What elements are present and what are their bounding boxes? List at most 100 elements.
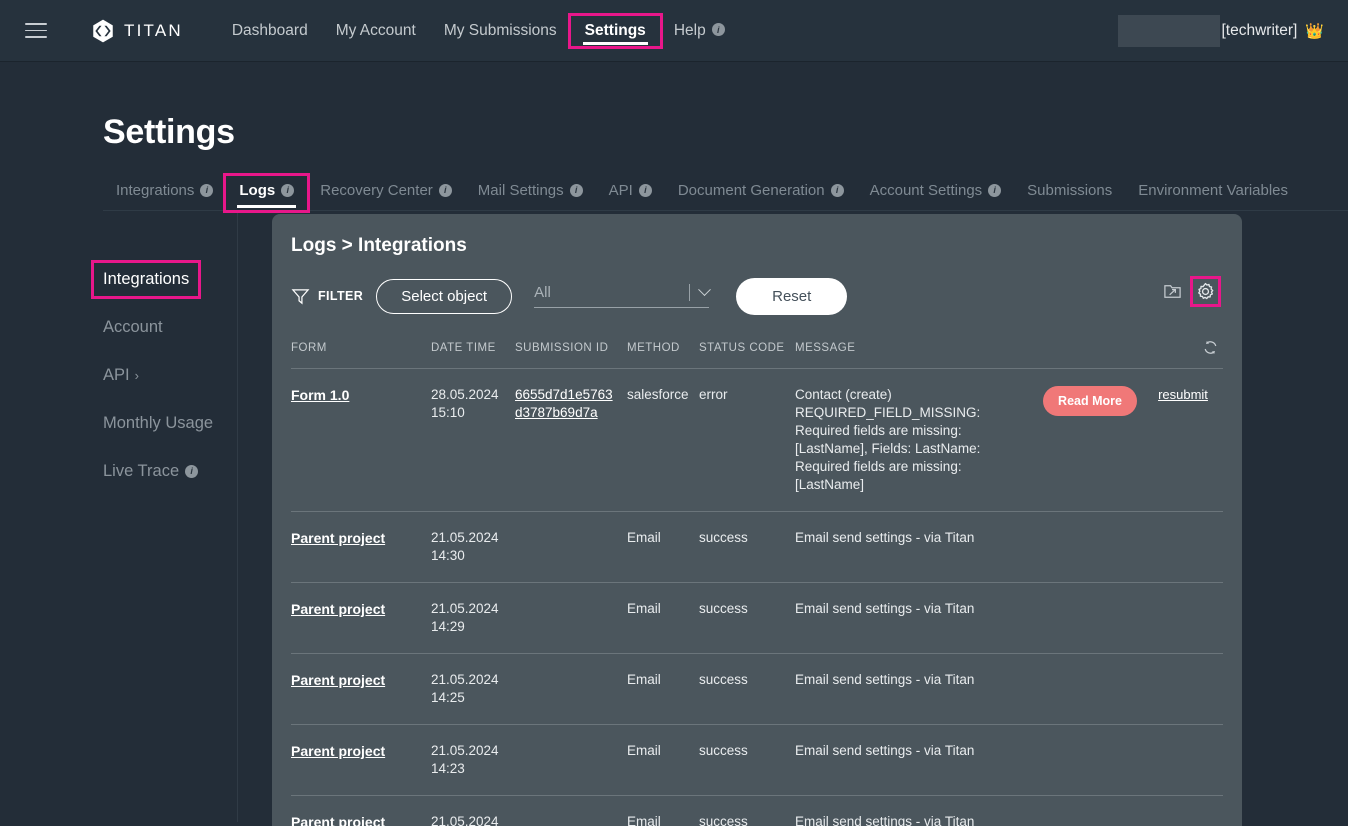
- cell-action-primary[interactable]: Read More: [1037, 369, 1149, 512]
- info-icon[interactable]: i: [185, 465, 198, 478]
- table-row: Parent project21.05.2024EmailsuccessEmai…: [291, 796, 1223, 826]
- cell-action-primary: [1037, 725, 1149, 796]
- logs-table: FORM DATE TIME SUBMISSION ID METHOD STAT…: [291, 319, 1223, 826]
- sidebar-item-monthly-usage[interactable]: Monthly Usage: [103, 407, 213, 440]
- main-nav-links: Dashboard My AccountMy SubmissionsSetting…: [218, 16, 739, 46]
- cell-submission-id[interactable]: 6655d7d1e5763d3787b69d7a: [515, 369, 627, 512]
- sidebar-item-account[interactable]: Account: [103, 311, 163, 344]
- nav-link-my-account[interactable]: My Account: [322, 16, 430, 46]
- cell-method: Email: [627, 654, 699, 725]
- cell-action-primary: [1037, 654, 1149, 725]
- cell-message: Email send settings - via Titan: [795, 654, 1037, 725]
- info-icon[interactable]: i: [712, 23, 725, 36]
- sidebar-item-label: API: [103, 366, 130, 384]
- tab-label: Environment Variables: [1138, 182, 1288, 199]
- tab-integrations[interactable]: Integrationsi: [103, 176, 226, 210]
- info-icon[interactable]: i: [570, 184, 583, 197]
- cell-form[interactable]: Parent project: [291, 654, 431, 725]
- form-link[interactable]: Parent project: [291, 672, 385, 688]
- column-header-message[interactable]: MESSAGE: [795, 319, 1037, 369]
- cell-date-time: 21.05.2024: [431, 796, 515, 826]
- select-object-button[interactable]: Select object: [376, 279, 512, 314]
- sidebar-item-label: Monthly Usage: [103, 414, 213, 432]
- read-more-button[interactable]: Read More: [1043, 386, 1137, 416]
- form-link[interactable]: Form 1.0: [291, 387, 349, 403]
- page-body: Integrations Account API› Monthly Usage Live…: [0, 211, 1348, 822]
- logs-table-container: FORM DATE TIME SUBMISSION ID METHOD STAT…: [272, 319, 1242, 826]
- nav-link-help[interactable]: Helpi: [660, 16, 739, 46]
- chevron-down-icon: [698, 283, 711, 296]
- info-icon[interactable]: i: [281, 184, 294, 197]
- form-link[interactable]: Parent project: [291, 601, 385, 617]
- cell-form[interactable]: Parent project: [291, 796, 431, 826]
- settings-tab-bar: IntegrationsiLogsiRecovery CenteriMail S…: [103, 176, 1348, 211]
- sidebar-item-api[interactable]: API›: [103, 359, 139, 392]
- refresh-sync-icon[interactable]: [1149, 319, 1223, 369]
- cell-action-secondary: [1149, 583, 1223, 654]
- submission-id-link[interactable]: 6655d7d1e5763d3787b69d7a: [515, 386, 615, 422]
- form-link[interactable]: Parent project: [291, 814, 385, 826]
- sidebar-item-integrations[interactable]: Integrations: [94, 263, 198, 296]
- column-header-method[interactable]: METHOD: [627, 319, 699, 369]
- cell-message: Email send settings - via Titan: [795, 796, 1037, 826]
- nav-link-dashboard[interactable]: Dashboard: [218, 16, 322, 46]
- cell-date-time: 21.05.2024 14:29: [431, 583, 515, 654]
- tab-environment-variables[interactable]: Environment Variables: [1125, 176, 1301, 210]
- resubmit-link[interactable]: resubmit: [1158, 387, 1208, 402]
- cell-form[interactable]: Parent project: [291, 512, 431, 583]
- cell-action-secondary: [1149, 654, 1223, 725]
- cell-date-time: 21.05.2024 14:25: [431, 654, 515, 725]
- sidebar-item-label: Account: [103, 318, 163, 336]
- cell-form[interactable]: Form 1.0: [291, 369, 431, 512]
- table-row: Form 1.028.05.2024 15:106655d7d1e5763d37…: [291, 369, 1223, 512]
- info-icon[interactable]: i: [439, 184, 452, 197]
- info-icon[interactable]: i: [988, 184, 1001, 197]
- tab-api[interactable]: API i: [596, 176, 665, 210]
- page-header: Settings IntegrationsiLogsiRecovery Cent…: [0, 62, 1348, 211]
- cell-submission-id: [515, 796, 627, 826]
- filter-label: FILTER: [318, 289, 363, 303]
- column-header-submission-id[interactable]: SUBMISSION ID: [515, 319, 627, 369]
- tab-submissions[interactable]: Submissions: [1014, 176, 1125, 210]
- table-header-row: FORM DATE TIME SUBMISSION ID METHOD STAT…: [291, 319, 1223, 369]
- column-header-date-time[interactable]: DATE TIME: [431, 319, 515, 369]
- cell-action-secondary[interactable]: resubmit: [1149, 369, 1223, 512]
- sidebar-item-live-trace[interactable]: Live Tracei: [103, 455, 198, 488]
- filter-funnel-icon: [291, 287, 310, 306]
- export-open-folder-icon[interactable]: [1160, 279, 1185, 304]
- tab-label: API: [609, 182, 633, 199]
- titan-logo[interactable]: TITAN: [90, 18, 183, 44]
- tab-recovery-center[interactable]: Recovery Centeri: [307, 176, 465, 210]
- tab-label: Document Generation: [678, 182, 825, 199]
- column-header-status-code[interactable]: STATUS CODE: [699, 319, 795, 369]
- tab-account-settings[interactable]: Account Settingsi: [857, 176, 1015, 210]
- table-row: Parent project21.05.2024 14:25Emailsucce…: [291, 654, 1223, 725]
- logs-table-body: Form 1.028.05.2024 15:106655d7d1e5763d37…: [291, 369, 1223, 826]
- reset-button[interactable]: Reset: [736, 278, 847, 315]
- info-icon[interactable]: i: [831, 184, 844, 197]
- nav-link-label: Dashboard: [232, 22, 308, 39]
- filter-dropdown[interactable]: All: [534, 284, 709, 308]
- form-link[interactable]: Parent project: [291, 743, 385, 759]
- cell-form[interactable]: Parent project: [291, 583, 431, 654]
- cell-message: Email send settings - via Titan: [795, 725, 1037, 796]
- table-row: Parent project21.05.2024 14:23Emailsucce…: [291, 725, 1223, 796]
- active-tab-underline: [237, 205, 296, 208]
- tab-mail-settings[interactable]: Mail Settingsi: [465, 176, 596, 210]
- cell-status-code: success: [699, 725, 795, 796]
- info-icon[interactable]: i: [639, 184, 652, 197]
- column-header-form[interactable]: FORM: [291, 319, 431, 369]
- form-link[interactable]: Parent project: [291, 530, 385, 546]
- filter-toolbar: FILTER Select object All Reset: [272, 257, 1242, 319]
- tab-logs[interactable]: Logsi: [226, 176, 307, 210]
- gear-icon[interactable]: [1193, 279, 1218, 304]
- tab-document-generation[interactable]: Document Generation i: [665, 176, 857, 210]
- titan-diamond-icon: [90, 18, 116, 44]
- info-icon[interactable]: i: [200, 184, 213, 197]
- cell-form[interactable]: Parent project: [291, 725, 431, 796]
- nav-link-settings[interactable]: Settings: [571, 16, 660, 46]
- cell-action-secondary: [1149, 796, 1223, 826]
- cell-message: Email send settings - via Titan: [795, 583, 1037, 654]
- hamburger-menu-icon[interactable]: [25, 18, 47, 43]
- nav-link-my-submissions[interactable]: My Submissions: [430, 16, 571, 46]
